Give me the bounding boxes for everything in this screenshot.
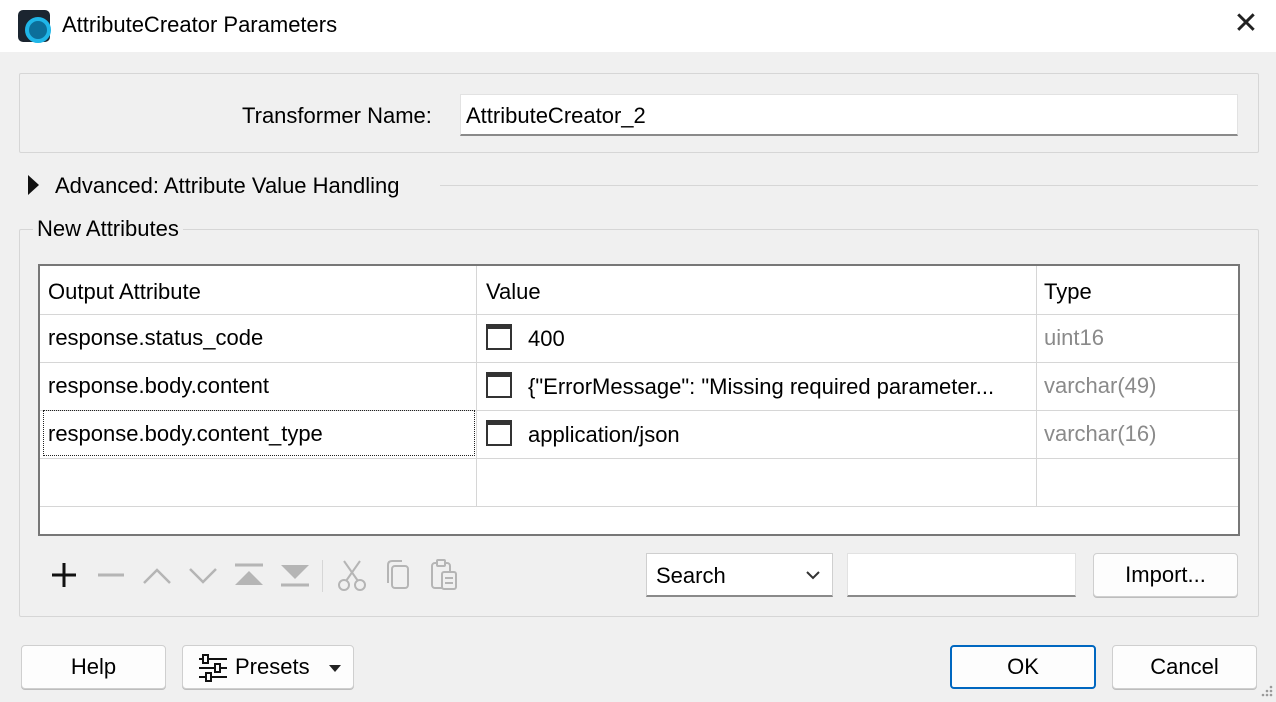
sliders-icon <box>199 654 227 682</box>
attribute-value-text: application/json <box>528 422 680 448</box>
attribute-value-text: 400 <box>528 326 565 352</box>
presets-button[interactable]: Presets <box>182 645 354 689</box>
presets-label: Presets <box>235 654 310 679</box>
window-title: AttributeCreator Parameters <box>62 12 338 37</box>
expand-arrow-icon[interactable] <box>28 175 39 195</box>
column-header-value[interactable]: Value <box>486 268 1034 316</box>
attributes-table: Output Attribute Value Type response.sta… <box>38 264 1240 536</box>
table-header: Output Attribute Value Type <box>40 268 1238 316</box>
text-editor-icon[interactable] <box>486 420 512 447</box>
advanced-section-label[interactable]: Advanced: Attribute Value Handling <box>55 173 400 199</box>
cut-icon[interactable] <box>334 557 370 593</box>
new-attributes-title: New Attributes <box>33 216 183 242</box>
column-header-type[interactable]: Type <box>1044 268 1234 316</box>
column-header-output-attribute[interactable]: Output Attribute <box>48 268 478 316</box>
attribute-name-cell[interactable]: response.status_code <box>48 314 478 362</box>
focused-cell-outline <box>43 410 475 456</box>
attribute-value-cell[interactable]: {"ErrorMessage": "Missing required param… <box>486 362 1034 410</box>
copy-icon[interactable] <box>380 557 416 593</box>
empty-table-row[interactable] <box>40 458 1238 506</box>
move-down-icon[interactable] <box>185 557 221 593</box>
table-row[interactable]: response.status_code 400 uint16 <box>40 314 1238 362</box>
move-up-icon[interactable] <box>139 557 175 593</box>
text-editor-icon[interactable] <box>486 324 512 351</box>
caret-down-icon <box>329 665 341 672</box>
attribute-type-cell[interactable]: varchar(16) <box>1044 410 1234 458</box>
transformer-name-group: Transformer Name: AttributeCreator_2 <box>19 73 1259 153</box>
search-dropdown-value: Search <box>656 563 726 588</box>
ok-button[interactable]: OK <box>950 645 1096 689</box>
fme-app-icon <box>18 10 51 43</box>
row-divider <box>40 506 1238 507</box>
attribute-type-cell[interactable]: uint16 <box>1044 314 1234 362</box>
attribute-value-cell[interactable]: 400 <box>486 314 1034 362</box>
text-editor-icon[interactable] <box>486 372 512 399</box>
cancel-button[interactable]: Cancel <box>1112 645 1257 689</box>
move-to-top-icon[interactable] <box>231 557 267 593</box>
resize-grip-icon[interactable] <box>1258 684 1274 700</box>
transformer-name-label: Transformer Name: <box>242 103 432 128</box>
transformer-name-input[interactable]: AttributeCreator_2 <box>460 94 1238 136</box>
paste-icon[interactable] <box>426 557 462 593</box>
attribute-value-text: {"ErrorMessage": "Missing required param… <box>528 374 995 400</box>
help-button[interactable]: Help <box>21 645 166 689</box>
search-dropdown[interactable]: Search <box>646 553 833 597</box>
search-input[interactable] <box>847 553 1076 597</box>
move-to-bottom-icon[interactable] <box>277 557 313 593</box>
table-row[interactable]: response.body.content {"ErrorMessage": "… <box>40 362 1238 410</box>
attribute-value-cell[interactable]: application/json <box>486 410 1034 458</box>
attribute-type-cell[interactable]: varchar(49) <box>1044 362 1234 410</box>
section-divider <box>440 185 1258 186</box>
chevron-down-icon <box>806 571 820 580</box>
add-icon[interactable] <box>46 557 82 593</box>
import-button[interactable]: Import... <box>1093 553 1238 597</box>
title-bar: AttributeCreator Parameters ✕ <box>0 0 1276 52</box>
attribute-name-cell[interactable]: response.body.content <box>48 362 478 410</box>
remove-icon[interactable] <box>93 557 129 593</box>
close-icon[interactable]: ✕ <box>1228 6 1264 42</box>
toolbar-separator <box>322 560 323 592</box>
